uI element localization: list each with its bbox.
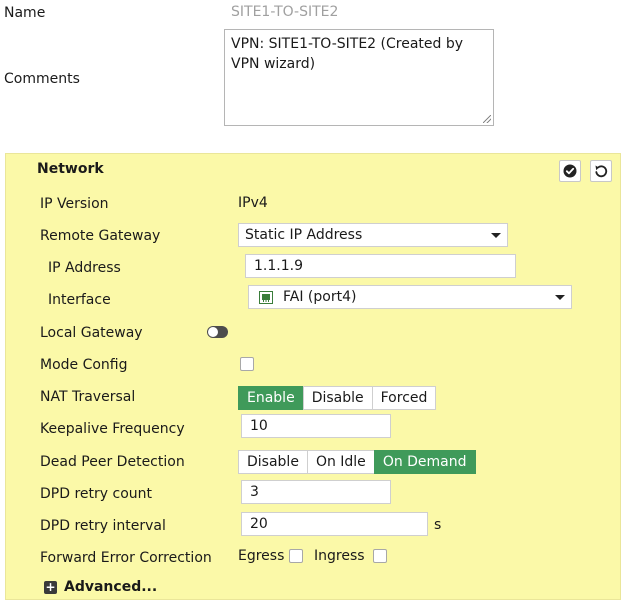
comments-textarea[interactable]: VPN: SITE1-TO-SITE2 (Created by VPN wiza… <box>224 29 494 126</box>
revert-button[interactable] <box>590 160 612 182</box>
ip-version-label: IP Version <box>40 196 109 212</box>
comments-label: Comments <box>4 71 80 87</box>
plus-square-icon[interactable]: + <box>44 581 57 594</box>
keepalive-input[interactable]: 10 <box>241 414 391 438</box>
nat-forced-button[interactable]: Forced <box>371 386 437 410</box>
dpd-retry-interval-label: DPD retry interval <box>40 518 166 534</box>
dpd-retry-interval-unit: s <box>434 517 442 533</box>
ip-version-value: IPv4 <box>238 195 268 211</box>
dpd-retry-count-label: DPD retry count <box>40 486 152 502</box>
dpd-retry-interval-value: 20 <box>250 516 268 532</box>
ip-address-input[interactable]: 1.1.1.9 <box>245 254 516 278</box>
advanced-link[interactable]: Advanced... <box>64 579 157 595</box>
ip-address-value: 1.1.1.9 <box>254 258 303 274</box>
dpd-retry-interval-input[interactable]: 20 <box>241 512 428 536</box>
name-label: Name <box>4 5 46 21</box>
local-gateway-label: Local Gateway <box>40 325 143 341</box>
chevron-down-icon <box>491 232 501 238</box>
network-title: Network <box>37 161 104 177</box>
dpd-label: Dead Peer Detection <box>40 454 185 470</box>
fec-ingress-label: Ingress <box>314 548 365 564</box>
remote-gateway-select[interactable]: Static IP Address <box>238 223 508 247</box>
comments-text: VPN: SITE1-TO-SITE2 (Created by VPN wiza… <box>231 36 464 72</box>
dpd-on-idle-button[interactable]: On Idle <box>306 450 375 474</box>
dpd-disable-button[interactable]: Disable <box>238 450 308 474</box>
keepalive-value: 10 <box>250 418 268 434</box>
interface-value: FAI (port4) <box>283 289 357 305</box>
fec-egress-checkbox[interactable] <box>289 549 303 563</box>
remote-gateway-label: Remote Gateway <box>40 228 161 244</box>
apply-button[interactable] <box>559 160 581 182</box>
fec-label: Forward Error Correction <box>40 550 212 566</box>
dpd-retry-count-value: 3 <box>250 484 259 500</box>
dpd-on-demand-button[interactable]: On Demand <box>373 450 476 474</box>
fec-egress-label: Egress <box>238 548 285 564</box>
name-value: SITE1-TO-SITE2 <box>231 4 339 20</box>
chevron-down-icon <box>555 294 565 300</box>
interface-label: Interface <box>48 292 111 308</box>
keepalive-label: Keepalive Frequency <box>40 421 185 437</box>
nat-traversal-segmented: Enable Disable Forced <box>238 386 437 410</box>
local-gateway-toggle[interactable] <box>207 326 228 338</box>
mode-config-label: Mode Config <box>40 357 128 373</box>
nat-enable-button[interactable]: Enable <box>238 386 304 410</box>
check-circle-icon <box>563 164 577 178</box>
fec-ingress-checkbox[interactable] <box>373 549 387 563</box>
mode-config-checkbox[interactable] <box>240 357 254 371</box>
nat-traversal-label: NAT Traversal <box>40 389 136 405</box>
toggle-knob <box>208 327 218 337</box>
network-port-icon <box>259 290 273 304</box>
remote-gateway-value: Static IP Address <box>245 227 363 243</box>
resize-grip-icon[interactable] <box>483 115 491 123</box>
dpd-segmented: Disable On Idle On Demand <box>238 450 476 474</box>
dpd-retry-count-input[interactable]: 3 <box>241 480 391 504</box>
ip-address-label: IP Address <box>48 260 121 276</box>
interface-select[interactable]: FAI (port4) <box>248 285 572 309</box>
nat-disable-button[interactable]: Disable <box>302 386 373 410</box>
undo-icon <box>595 165 608 178</box>
